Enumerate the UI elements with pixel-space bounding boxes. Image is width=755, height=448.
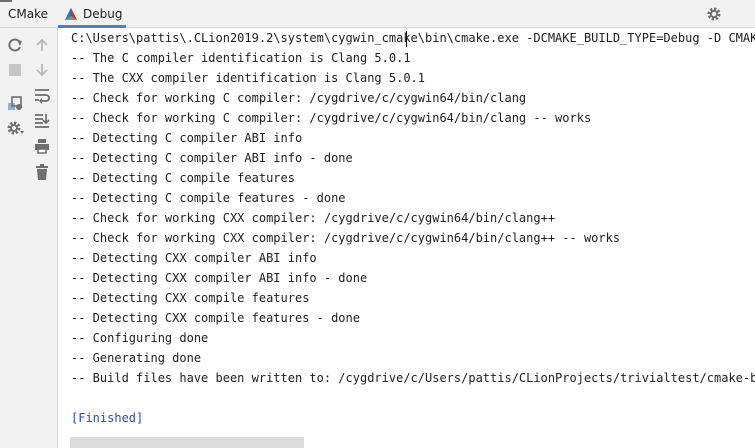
console-line: -- Configuring done	[71, 331, 209, 345]
console-line: -- Check for working CXX compiler: /cygd…	[71, 211, 556, 225]
stop-icon[interactable]	[6, 61, 24, 79]
console-line: -- Detecting C compile features - done	[71, 191, 346, 205]
console-line: -- Detecting CXX compiler ABI info	[71, 251, 317, 265]
console-line: -- Detecting C compiler ABI info - done	[71, 151, 353, 165]
console-line: -- Detecting C compiler ABI info	[71, 131, 303, 145]
soft-wrap-icon[interactable]	[33, 86, 51, 104]
console-output[interactable]: C:\Users\pattis\.CLion2019.2\system\cygw…	[59, 28, 755, 448]
console-line: -- Build files have been written to: /cy…	[71, 371, 755, 385]
tab-cmake-label: CMake	[8, 7, 48, 21]
console-toolbar	[0, 28, 58, 448]
scroll-to-end-icon[interactable]	[33, 111, 51, 129]
print-icon[interactable]	[33, 137, 51, 155]
reload-icon[interactable]	[6, 36, 24, 54]
trash-icon[interactable]	[33, 163, 51, 181]
console-line: -- Check for working C compiler: /cygdri…	[71, 111, 592, 125]
console-line: -- Detecting CXX compiler ABI info - don…	[71, 271, 368, 285]
console-finished-line: [Finished]	[71, 411, 144, 425]
tab-debug[interactable]: Debug	[58, 0, 126, 28]
console-line: -- Generating done	[71, 351, 202, 365]
console-line: -- Check for working C compiler: /cygdri…	[71, 91, 527, 105]
console-command-line: C:\Users\pattis\.CLion2019.2\system\cygw…	[71, 31, 755, 45]
console-line: -- Detecting CXX compile features	[71, 291, 310, 305]
gear-icon[interactable]	[6, 119, 24, 137]
console-line: -- Detecting CXX compile features - done	[71, 311, 360, 325]
console-line: -- The C compiler identification is Clan…	[71, 51, 411, 65]
up-arrow-icon[interactable]	[33, 36, 51, 54]
console-line: -- Check for working CXX compiler: /cygd…	[71, 231, 621, 245]
horizontal-scrollbar[interactable]	[70, 437, 304, 448]
console-line: -- Detecting C compile features	[71, 171, 295, 185]
text-caret	[406, 31, 407, 47]
tab-cmake[interactable]: CMake	[8, 0, 48, 28]
cmake-triangle-icon	[65, 8, 77, 20]
down-arrow-icon[interactable]	[33, 61, 51, 79]
gear-icon[interactable]	[706, 6, 722, 22]
tab-debug-label: Debug	[83, 7, 123, 21]
console-line: -- The CXX compiler identification is Cl…	[71, 71, 426, 85]
tool-window-header: CMake Debug	[0, 0, 755, 28]
cmake-settings-icon[interactable]	[6, 94, 24, 112]
